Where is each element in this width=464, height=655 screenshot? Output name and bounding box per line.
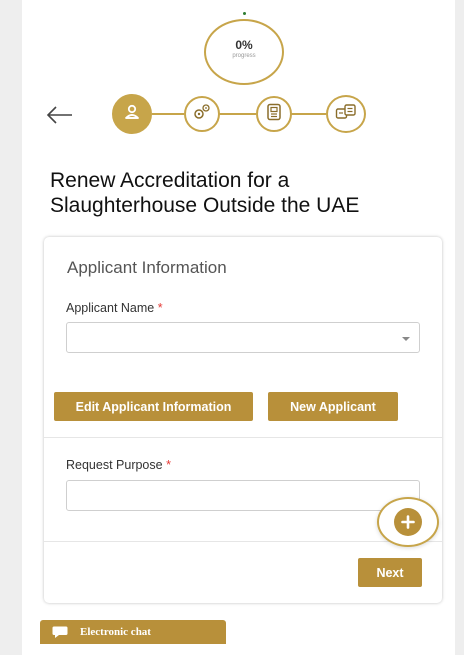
chat-label: Electronic chat (80, 626, 151, 638)
applicant-name-select[interactable] (66, 322, 420, 353)
divider (44, 437, 442, 438)
chat-bubble-icon (52, 625, 68, 639)
page-title-line: Renew Accreditation for a (50, 169, 290, 192)
field-label-text: Applicant Name (66, 301, 155, 315)
applicant-name-label: Applicant Name * (66, 301, 163, 315)
request-purpose-label: Request Purpose * (66, 458, 171, 472)
gears-icon (192, 103, 212, 126)
required-mark: * (166, 458, 171, 472)
user-icon (123, 103, 141, 126)
page-title-line: Slaughterhouse Outside the UAE (50, 194, 360, 217)
field-label-text: Request Purpose (66, 458, 163, 472)
page-title: Renew Accreditation for a Slaughterhouse… (50, 168, 430, 218)
new-applicant-button[interactable]: New Applicant (268, 392, 398, 421)
payment-transfer-icon (335, 103, 357, 126)
step-payment[interactable] (326, 95, 366, 133)
chevron-down-icon (402, 337, 410, 341)
divider (44, 541, 442, 542)
progress-indicator: 0% progress (204, 19, 284, 85)
required-mark: * (157, 301, 163, 315)
request-purpose-input[interactable] (66, 480, 420, 511)
step-connector (152, 113, 184, 115)
document-icon (266, 103, 282, 126)
step-applicant[interactable] (112, 94, 152, 134)
plus-icon (394, 508, 422, 536)
add-button[interactable] (377, 497, 439, 547)
next-button[interactable]: Next (358, 558, 422, 587)
step-documents[interactable] (256, 96, 292, 132)
section-title: Applicant Information (67, 258, 227, 277)
step-connector (290, 113, 326, 115)
status-dot (243, 12, 246, 15)
edit-applicant-button[interactable]: Edit Applicant Information (54, 392, 253, 421)
step-connector (218, 113, 256, 115)
electronic-chat-button[interactable]: Electronic chat (40, 620, 226, 644)
step-services[interactable] (184, 96, 220, 132)
form-card: Applicant Information Applicant Name * E… (44, 237, 442, 603)
progress-label: progress (232, 53, 256, 59)
back-arrow-icon[interactable] (45, 102, 75, 128)
progress-value: 0% (235, 38, 253, 52)
